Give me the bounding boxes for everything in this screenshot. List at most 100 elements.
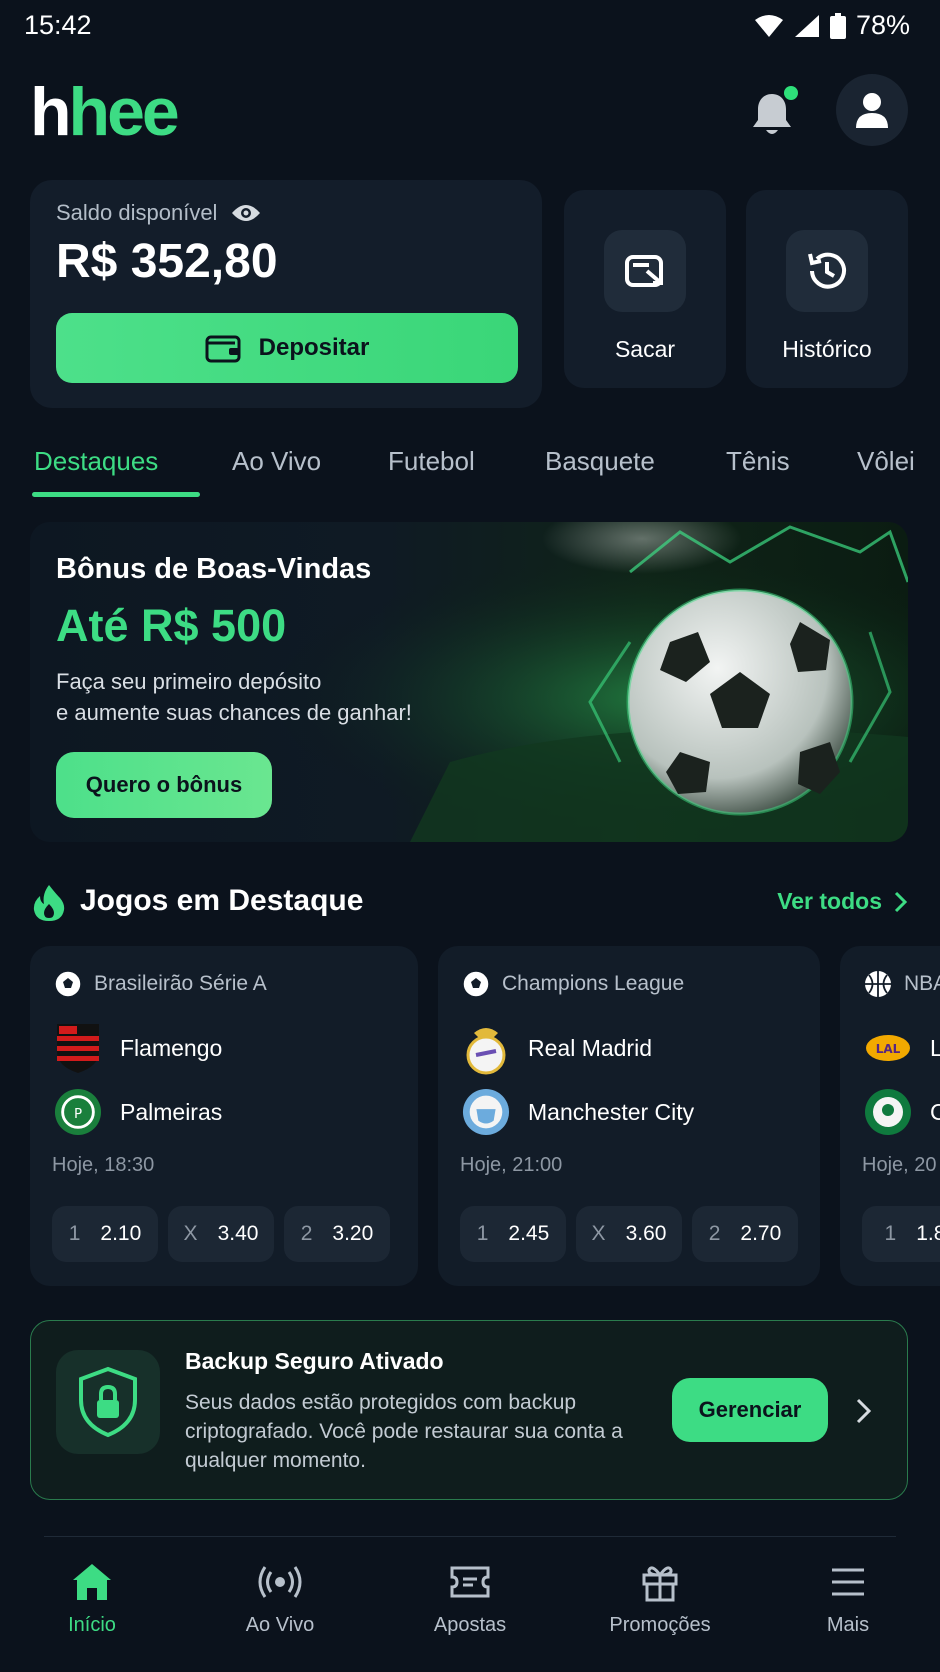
soccer-ball-icon — [462, 970, 490, 998]
backup-description: Seus dados estão protegidos com backup c… — [185, 1391, 623, 1472]
wallet-icon — [205, 335, 241, 363]
tab-destaques[interactable]: Destaques — [34, 446, 158, 477]
match-card[interactable]: Brasileirão Série A Flamengo P Palmeiras… — [30, 946, 418, 1286]
claim-bonus-button[interactable]: Quero o bônus — [56, 752, 272, 818]
match-time: Hoje, 18:30 — [52, 1154, 155, 1176]
home-team-name: L — [930, 1034, 940, 1061]
withdraw-icon — [625, 255, 663, 287]
shield-lock-icon — [79, 1366, 137, 1438]
nav-label: Apostas — [433, 1614, 507, 1636]
notification-dot — [784, 86, 798, 100]
banner-amount: Até R$ 500 — [56, 600, 287, 651]
live-icon — [258, 1560, 302, 1604]
league-name: Brasileirão Série A — [94, 972, 267, 995]
odd-draw-button[interactable]: X 3.40 — [168, 1206, 274, 1262]
real-madrid-crest-icon — [462, 1022, 510, 1075]
status-time: 15:42 — [24, 10, 92, 40]
odd-draw-button[interactable]: X 3.60 — [576, 1206, 682, 1262]
banner-description: Faça seu primeiro depósito e aumente sua… — [56, 666, 476, 728]
match-card[interactable]: Champions League Real Madrid Manchester … — [438, 946, 820, 1286]
home-icon — [70, 1560, 114, 1604]
chevron-right-icon[interactable] — [852, 1396, 876, 1426]
nav-item-apostas[interactable]: Apostas — [380, 1560, 560, 1637]
history-label: Histórico — [782, 336, 872, 362]
history-button[interactable]: Histórico — [746, 190, 908, 388]
basketball-icon — [865, 971, 891, 997]
nav-label: Promoções — [609, 1614, 711, 1636]
gift-icon — [638, 1560, 682, 1604]
away-team: C — [864, 1086, 940, 1138]
odds-row: 1 2.45 X 3.60 2 2.70 — [460, 1206, 798, 1262]
balance-label: Saldo disponível — [56, 200, 218, 225]
league-name: NBA — [904, 972, 940, 995]
tab-basquete[interactable]: Basquete — [545, 446, 655, 477]
nav-label: Início — [68, 1614, 116, 1636]
odd-home-button[interactable]: 1 2.45 — [460, 1206, 566, 1262]
withdraw-icon-box — [604, 230, 686, 312]
chevron-right-icon — [894, 891, 908, 912]
battery-icon — [829, 12, 846, 39]
app-logo[interactable]: hhee — [30, 72, 180, 152]
tab-tenis[interactable]: Tênis — [726, 446, 790, 477]
featured-games-title: Jogos em Destaque — [80, 884, 364, 917]
home-team: LAL L — [864, 1022, 940, 1074]
home-team-name: Real Madrid — [528, 1034, 652, 1061]
tab-volei[interactable]: Vôlei — [857, 446, 919, 477]
withdraw-label: Sacar — [614, 336, 676, 362]
odd-home-button[interactable]: 1 2.10 — [52, 1206, 158, 1262]
flamengo-crest-icon — [54, 1022, 102, 1074]
profile-avatar-button[interactable] — [836, 74, 908, 146]
odd-away-button[interactable]: 2 3.20 — [284, 1206, 390, 1262]
user-icon — [856, 93, 888, 128]
nav-item-ao-vivo[interactable]: Ao Vivo — [190, 1560, 370, 1637]
away-team-name: Manchester City — [528, 1098, 695, 1125]
balance-value: R$ 352,80 — [56, 235, 278, 288]
nav-item-promocoes[interactable]: Promoções — [570, 1560, 750, 1637]
banner-title: Bônus de Boas-Vindas — [56, 553, 372, 585]
history-icon-box — [786, 230, 868, 312]
eye-icon[interactable] — [231, 203, 261, 223]
nav-label: Ao Vivo — [245, 1614, 315, 1636]
league-row: NBA — [864, 970, 940, 998]
fire-icon — [33, 885, 65, 921]
league-name: Champions League — [502, 972, 685, 995]
celtics-crest-icon — [864, 1086, 912, 1138]
battery-percent: 78% — [855, 10, 910, 40]
svg-text:LAL: LAL — [876, 1042, 901, 1056]
banner-desc-line1: Faça seu primeiro depósito — [56, 669, 322, 694]
odds-row: 1 2.10 X 3.40 2 3.20 — [52, 1206, 390, 1262]
match-card[interactable]: NBA LAL L C Hoje, 20 11.8 — [840, 946, 940, 1286]
ticket-icon — [448, 1560, 492, 1604]
see-all-link[interactable]: Ver todos — [777, 888, 908, 915]
away-team: Manchester City — [462, 1086, 694, 1138]
manage-backup-button[interactable]: Gerenciar — [672, 1378, 828, 1442]
sport-tabs: Destaques Ao Vivo Futebol Basquete Tênis… — [0, 440, 940, 500]
lakers-crest-icon: LAL — [864, 1022, 912, 1074]
menu-icon — [826, 1560, 870, 1604]
backup-title: Backup Seguro Ativado — [185, 1348, 444, 1374]
tab-ao-vivo[interactable]: Ao Vivo — [232, 446, 321, 477]
withdraw-button[interactable]: Sacar — [564, 190, 726, 388]
odd-away-button[interactable]: 2 2.70 — [692, 1206, 798, 1262]
deposit-button[interactable]: Depositar — [56, 313, 518, 383]
odd-home-button[interactable]: 1 1.8 — [862, 1206, 940, 1262]
manchester-city-crest-icon — [462, 1086, 510, 1138]
nav-divider — [44, 1536, 896, 1537]
palmeiras-crest-icon: P — [54, 1086, 102, 1138]
match-time: Hoje, 20 — [862, 1154, 937, 1176]
home-team-name: Flamengo — [120, 1034, 223, 1061]
league-row: Brasileirão Série A — [54, 970, 267, 998]
wifi-icon — [754, 14, 783, 37]
nav-item-mais[interactable]: Mais — [758, 1560, 938, 1637]
signal-icon — [794, 14, 819, 37]
nav-label: Mais — [826, 1614, 870, 1636]
match-time: Hoje, 21:00 — [460, 1154, 563, 1176]
nav-item-inicio[interactable]: Início — [2, 1560, 182, 1637]
soccer-ball-icon — [54, 970, 82, 998]
away-team: P Palmeiras — [54, 1086, 222, 1138]
odds-row: 1 1.8 — [862, 1206, 940, 1262]
history-icon — [808, 252, 846, 289]
banner-desc-line2: e aumente suas chances de ganhar! — [56, 700, 412, 725]
tab-futebol[interactable]: Futebol — [388, 446, 475, 477]
svg-text:P: P — [74, 1107, 82, 1122]
